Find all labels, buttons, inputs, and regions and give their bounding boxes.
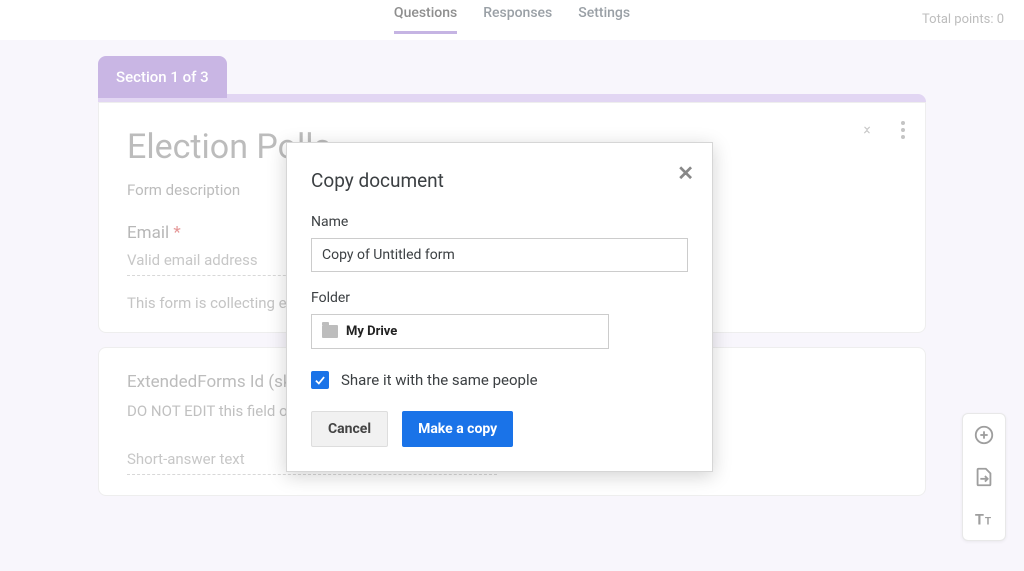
folder-icon <box>322 325 338 338</box>
close-icon[interactable]: ✕ <box>677 161 694 185</box>
name-input[interactable] <box>311 238 688 272</box>
modal-overlay: ✕ Copy document Name Folder My Drive Sha… <box>0 0 1024 571</box>
share-checkbox-label: Share it with the same people <box>341 371 538 389</box>
folder-field-label: Folder <box>311 290 688 306</box>
make-copy-button[interactable]: Make a copy <box>402 411 513 447</box>
name-field-label: Name <box>311 214 688 230</box>
folder-name: My Drive <box>346 324 397 339</box>
folder-picker[interactable]: My Drive <box>311 314 609 349</box>
copy-document-dialog: ✕ Copy document Name Folder My Drive Sha… <box>286 142 713 472</box>
dialog-title: Copy document <box>311 169 688 192</box>
share-checkbox[interactable] <box>311 371 329 389</box>
cancel-button[interactable]: Cancel <box>311 411 388 447</box>
